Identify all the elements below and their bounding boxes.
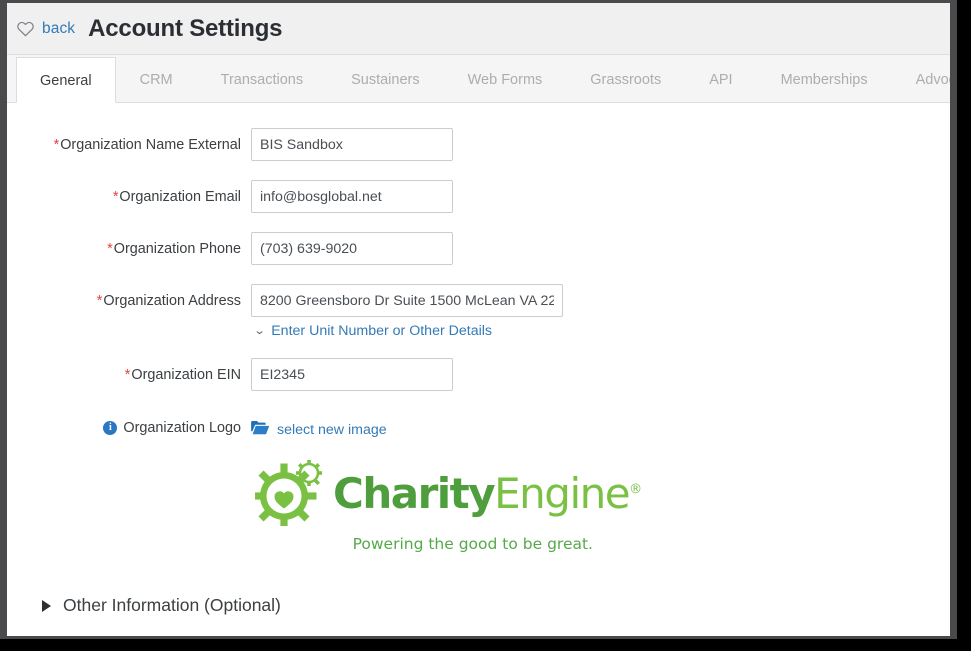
gear-heart-icon xyxy=(251,458,327,531)
page-header: back Account Settings xyxy=(7,3,950,55)
field-row-organization-ein: *Organization EIN xyxy=(7,358,950,391)
label-text: Organization Address xyxy=(103,293,241,309)
other-information-section-toggle[interactable]: Other Information (Optional) xyxy=(42,595,950,616)
organization-logo-image: CharityEngine® Powering the good to be g… xyxy=(251,458,642,553)
triangle-right-icon xyxy=(42,599,51,612)
organization-address-input[interactable] xyxy=(251,284,563,317)
other-information-title: Other Information (Optional) xyxy=(63,595,281,615)
organization-phone-input[interactable] xyxy=(251,232,453,265)
frame-edge-right xyxy=(950,0,957,639)
page-container: back Account Settings General CRM Transa… xyxy=(7,3,950,636)
tab-bar: General CRM Transactions Sustainers Web … xyxy=(7,55,950,103)
heart-outline-icon[interactable] xyxy=(16,20,35,38)
back-link[interactable]: back xyxy=(42,20,75,38)
tab-memberships[interactable]: Memberships xyxy=(757,56,892,102)
label-organization-ein: *Organization EIN xyxy=(7,358,251,385)
account-settings-form: *Organization Name External *Organizatio… xyxy=(7,103,950,616)
label-organization-logo: i Organization Logo xyxy=(7,418,251,436)
enter-unit-number-link[interactable]: ⌄ Enter Unit Number or Other Details xyxy=(251,323,563,339)
tab-sustainers[interactable]: Sustainers xyxy=(327,56,444,102)
logo-word-engine: Engine xyxy=(494,468,630,518)
window-frame: back Account Settings General CRM Transa… xyxy=(0,0,971,651)
label-organization-name-external: *Organization Name External xyxy=(7,128,251,155)
frame-edge-left xyxy=(0,0,7,639)
organization-address-group: ⌄ Enter Unit Number or Other Details xyxy=(251,284,563,339)
required-marker: * xyxy=(112,189,119,205)
info-circle-icon[interactable]: i xyxy=(103,421,118,435)
tab-advocacy[interactable]: Advocacy xyxy=(892,56,950,102)
tab-transactions[interactable]: Transactions xyxy=(197,56,327,102)
page-title: Account Settings xyxy=(88,14,283,42)
field-row-organization-logo: i Organization Logo select new image xyxy=(7,418,950,440)
general-tab-panel: *Organization Name External *Organizatio… xyxy=(7,102,950,636)
required-marker: * xyxy=(53,137,60,153)
tab-api[interactable]: API xyxy=(685,56,756,102)
logo-tagline: Powering the good to be great. xyxy=(352,535,593,553)
label-text: Organization Name External xyxy=(60,137,241,153)
required-marker: * xyxy=(107,241,113,257)
select-new-image-label: select new image xyxy=(277,422,387,438)
field-row-organization-email: *Organization Email xyxy=(7,180,950,213)
label-text: Organization Phone xyxy=(113,241,241,257)
tab-grassroots[interactable]: Grassroots xyxy=(566,56,685,102)
organization-email-input[interactable] xyxy=(251,180,453,213)
required-marker: * xyxy=(124,367,131,383)
label-organization-address: *Organization Address xyxy=(7,284,251,311)
registered-mark: ® xyxy=(629,481,643,497)
tab-web-forms[interactable]: Web Forms xyxy=(444,56,567,102)
logo-word-charity: Charity xyxy=(333,468,496,518)
organization-name-external-input[interactable] xyxy=(251,128,453,161)
logo-main-row: CharityEngine® xyxy=(251,458,642,531)
required-marker: * xyxy=(96,293,103,309)
tab-general[interactable]: General xyxy=(16,57,116,103)
field-row-organization-address: *Organization Address ⌄ Enter Unit Numbe… xyxy=(7,284,950,339)
label-organization-email: *Organization Email xyxy=(7,180,251,207)
logo-wordmark: CharityEngine® xyxy=(333,472,643,515)
field-row-organization-phone: *Organization Phone xyxy=(7,232,950,265)
chevron-down-icon: ⌄ xyxy=(253,324,266,337)
organization-ein-input[interactable] xyxy=(251,358,453,391)
field-row-organization-name-external: *Organization Name External xyxy=(7,128,950,161)
label-text: Organization Logo xyxy=(123,420,241,436)
label-text: Organization Email xyxy=(119,189,241,205)
label-text: Organization EIN xyxy=(131,367,241,383)
folder-open-icon xyxy=(251,420,270,440)
select-new-image-button[interactable]: select new image xyxy=(251,418,387,440)
frame-edge-bottom xyxy=(0,636,957,639)
enter-unit-number-label: Enter Unit Number or Other Details xyxy=(271,323,492,339)
tab-crm[interactable]: CRM xyxy=(116,56,197,102)
label-organization-phone: *Organization Phone xyxy=(7,232,251,259)
